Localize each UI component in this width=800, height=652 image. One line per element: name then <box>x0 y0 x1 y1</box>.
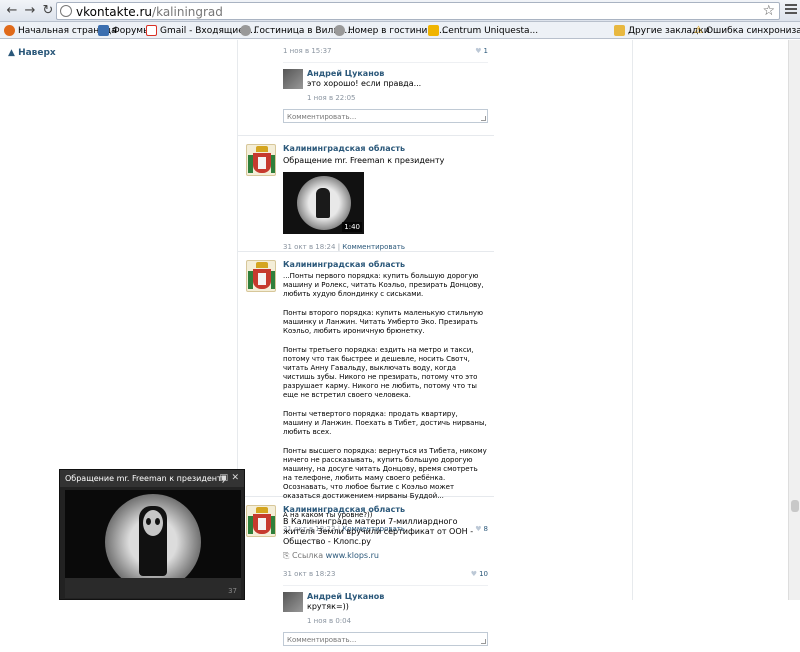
mini-player-title: Обращение mr. Freeman к президенту <box>65 474 227 483</box>
avatar[interactable] <box>246 505 276 537</box>
resize-grip-icon[interactable] <box>481 639 486 644</box>
wall-feed: 1 ноя в 15:37 ♥ 1 Андрей Цуканов это хоро… <box>238 40 494 652</box>
divider <box>632 40 633 600</box>
video-screen[interactable]: 37 <box>65 490 241 598</box>
page-icon <box>428 25 439 36</box>
bookmark-centrum[interactable]: Centrum Uniquesta... <box>428 24 538 37</box>
firefox-icon <box>4 25 15 36</box>
resize-grip-icon[interactable] <box>481 116 486 121</box>
wall-post: Калининградская область Обращение mr. Fr… <box>238 136 494 252</box>
comment-time: 1 ноя в 22:05 <box>307 94 356 102</box>
browser-toolbar: ← → ↻ vkontakte.ru/kaliningrad ☆ <box>0 0 800 22</box>
like-button[interactable]: ♥ 1 <box>475 46 488 56</box>
reload-icon[interactable]: ↻ <box>40 3 56 19</box>
post-meta: 31 окт в 18:23 ♥ 10 <box>283 569 488 579</box>
video-duration: 1:40 <box>342 222 362 232</box>
post-author[interactable]: Калининградская область <box>283 144 488 154</box>
page-icon <box>334 25 345 36</box>
comment-text: крутяк=)) <box>307 602 349 611</box>
post-author[interactable]: Калининградская область <box>283 505 488 515</box>
comment-link[interactable]: Комментировать <box>342 243 405 251</box>
comment-author[interactable]: Андрей Цуканов <box>307 69 488 79</box>
comment: Андрей Цуканов это хорошо! если правда..… <box>283 62 488 103</box>
back-to-top-link[interactable]: ▲ Наверх <box>8 48 56 58</box>
forward-arrow-icon[interactable]: → <box>22 3 38 19</box>
comment-input[interactable]: Комментировать... <box>283 632 488 646</box>
post-text: Обращение mr. Freeman к президенту <box>283 156 445 165</box>
gmail-icon <box>146 25 157 36</box>
scrollbar[interactable] <box>788 40 800 600</box>
bookmark-forums[interactable]: Форумы <box>98 24 150 37</box>
scrollbar-thumb[interactable] <box>791 500 799 512</box>
heart-icon: ♥ <box>470 570 478 578</box>
like-button[interactable]: ♥ 10 <box>471 569 488 579</box>
video-thumbnail[interactable]: 1:40 <box>283 172 364 234</box>
comment-text: это хорошо! если правда... <box>307 79 422 88</box>
close-icon[interactable]: ✕ <box>231 470 239 487</box>
back-arrow-icon[interactable]: ← <box>4 3 20 19</box>
mini-video-player[interactable]: Обращение mr. Freeman к президенту ▣ ✕ 3… <box>59 469 245 600</box>
attached-link[interactable]: ⎘ Ссылка www.klops.ru <box>283 551 488 561</box>
page-icon <box>240 25 251 36</box>
url-text: vkontakte.ru/kaliningrad <box>76 5 223 19</box>
sync-error[interactable]: ⚠ Ошибка синхронизации <box>694 24 800 37</box>
wall-post: Калининградская область ...Понты первого… <box>238 252 494 533</box>
avatar[interactable] <box>283 592 303 612</box>
avatar[interactable] <box>246 144 276 176</box>
folder-icon <box>614 25 625 36</box>
comment-author[interactable]: Андрей Цуканов <box>307 592 488 602</box>
wall-post-partial: 1 ноя в 15:37 ♥ 1 Андрей Цуканов это хоро… <box>238 40 494 136</box>
link-icon: ⎘ <box>283 551 290 560</box>
heart-icon: ♥ <box>475 47 482 55</box>
comment: Андрей Цуканов крутяк=)) 1 ноя в 0:04 <box>283 585 488 626</box>
menu-icon[interactable] <box>785 4 797 16</box>
post-meta: 1 ноя в 15:37 ♥ 1 <box>283 46 488 56</box>
address-bar[interactable]: vkontakte.ru/kaliningrad ☆ <box>56 2 780 20</box>
post-text: ...Понты первого порядка: купить большую… <box>283 272 487 519</box>
mini-player-titlebar[interactable]: Обращение mr. Freeman к президенту ▣ ✕ <box>60 470 244 487</box>
globe-icon <box>60 5 72 17</box>
post-author[interactable]: Калининградская область <box>283 260 488 270</box>
comment-time: 1 ноя в 0:04 <box>307 617 352 625</box>
star-icon[interactable]: ☆ <box>762 3 775 19</box>
expand-icon[interactable]: ▣ <box>219 470 228 487</box>
avatar[interactable] <box>283 69 303 89</box>
warning-icon: ⚠ <box>694 25 703 36</box>
forum-icon <box>98 25 109 36</box>
comment-input[interactable]: Комментировать... <box>283 109 488 123</box>
post-text: В Калининграде матери 7-миллиардного жит… <box>283 517 474 546</box>
bookmarks-bar: Начальная страница Форумы Gmail - Входящ… <box>0 22 800 39</box>
wall-post: Калининградская область В Калининграде м… <box>238 497 494 652</box>
post-meta: 31 окт в 18:24 | Комментировать <box>283 243 405 251</box>
video-time: 37 <box>228 587 237 595</box>
avatar[interactable] <box>246 260 276 292</box>
